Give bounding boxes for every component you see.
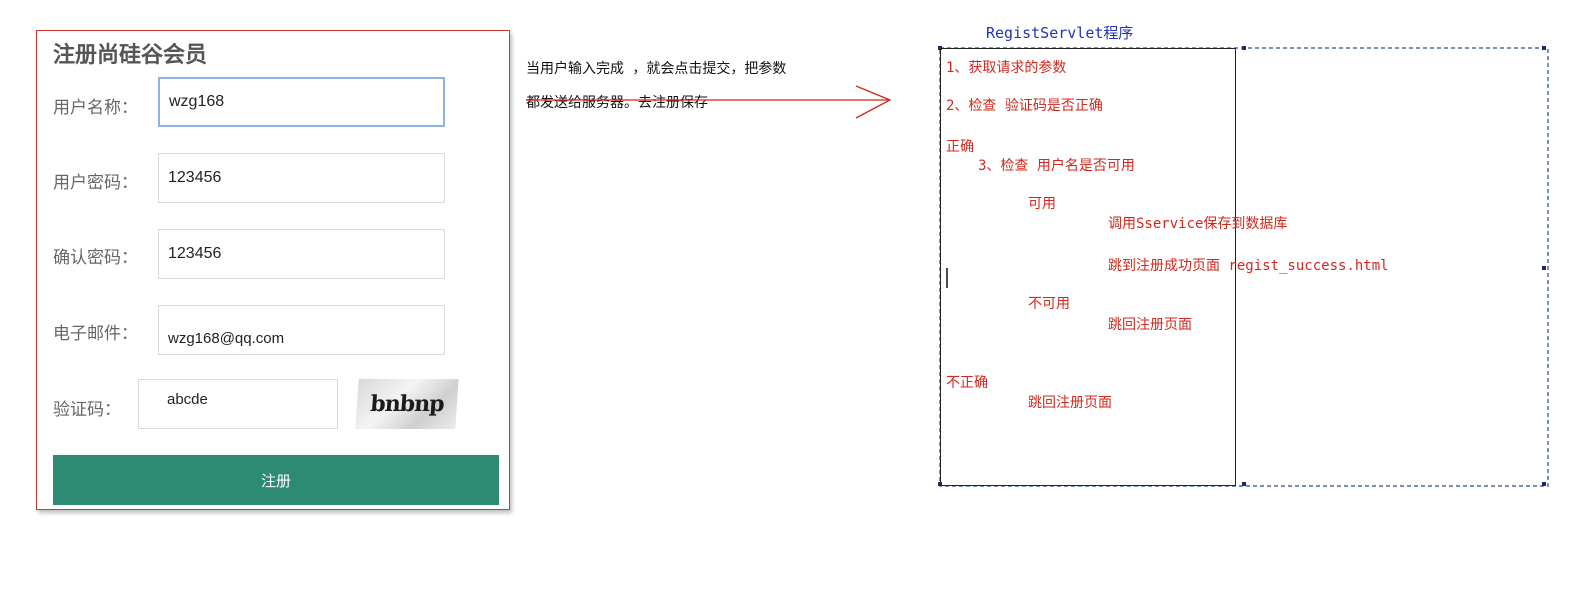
step-back-to-register-2: 跳回注册页面 [1028, 395, 1112, 411]
servlet-title: RegistServlet程序 [986, 24, 1134, 42]
password-input[interactable]: 123456 [158, 153, 445, 203]
register-button[interactable]: 注册 [53, 455, 499, 505]
password-label: 用户密码： [53, 173, 138, 193]
email-input[interactable]: wzg168@qq.com [158, 305, 445, 355]
confirm-password-input[interactable]: 123456 [158, 229, 445, 279]
branch-correct: 正确 [946, 139, 974, 155]
branch-available: 可用 [1028, 196, 1056, 212]
form-title: 注册尚硅谷会员 [53, 43, 208, 68]
registration-form: 注册尚硅谷会员 用户名称： wzg168 用户密码： 123456 确认密码： … [36, 30, 510, 510]
captcha-input[interactable]: abcde [138, 379, 338, 429]
submit-arrow-icon [526, 85, 892, 119]
step-check-username: 3、检查 用户名是否可用 [978, 158, 1135, 174]
step-back-to-register-1: 跳回注册页面 [1108, 317, 1192, 333]
arrow-annotation-line1: 当用户输入完成 ，就会点击提交，把参数 [526, 61, 787, 77]
step-check-captcha: 2、检查 验证码是否正确 [946, 98, 1103, 114]
step-goto-success: 跳到注册成功页面 regist_success.html [1108, 258, 1389, 274]
captcha-label: 验证码： [53, 400, 121, 420]
branch-unavailable: 不可用 [1028, 296, 1070, 312]
email-label: 电子邮件： [53, 324, 138, 344]
branch-incorrect: 不正确 [946, 375, 988, 391]
captcha-image[interactable]: bnbnp [355, 379, 459, 429]
step-get-params: 1、获取请求的参数 [946, 60, 1067, 76]
step-save-to-db: 调用Sservice保存到数据库 [1108, 216, 1288, 232]
username-input[interactable]: wzg168 [158, 77, 445, 127]
confirm-password-label: 确认密码： [53, 248, 138, 268]
username-label: 用户名称： [53, 98, 138, 118]
